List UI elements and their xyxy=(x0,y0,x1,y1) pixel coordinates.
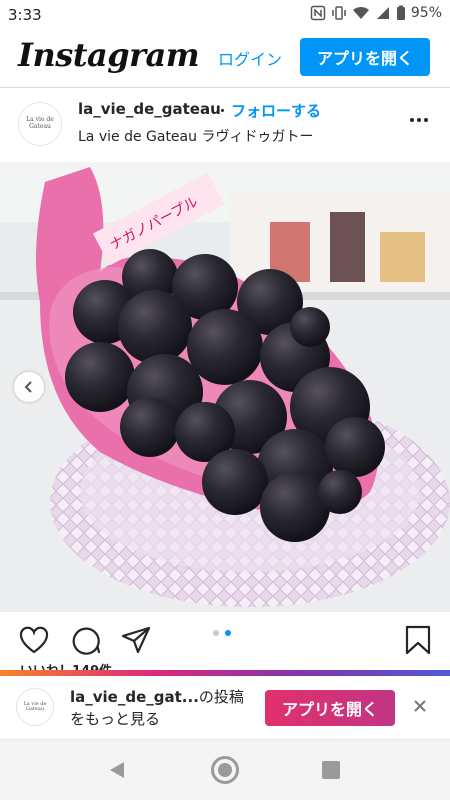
post-location[interactable]: La vie de Gateau ラヴィドゥガトー xyxy=(78,126,313,146)
close-icon[interactable] xyxy=(410,696,430,716)
battery-icon xyxy=(396,5,406,21)
carousel-dot-active xyxy=(225,630,231,636)
back-icon[interactable] xyxy=(108,760,126,780)
chevron-left-icon xyxy=(24,381,32,393)
android-nav-bar xyxy=(0,740,450,800)
status-icons: 95% xyxy=(310,5,442,21)
banner-title: la_vie_de_gat...の投稿 xyxy=(70,686,244,707)
instagram-logo[interactable]: Instagram xyxy=(18,36,200,74)
banner-avatar: La vie de Gateau xyxy=(16,688,54,726)
signal-icon xyxy=(375,5,391,21)
banner-subtitle: をもっと見る xyxy=(70,710,161,728)
post-photo[interactable]: ナガノパープル xyxy=(0,162,450,612)
home-icon[interactable] xyxy=(211,756,239,784)
avatar[interactable]: La vie de Gateau xyxy=(18,102,62,146)
battery-percent: 95% xyxy=(410,5,442,21)
comment-icon[interactable] xyxy=(70,624,102,656)
open-in-app-banner: La vie de Gateau la_vie_de_gat...の投稿 をもっ… xyxy=(0,676,450,740)
vibrate-icon xyxy=(331,5,347,21)
open-app-button[interactable]: アプリを開く xyxy=(300,38,430,76)
heart-icon[interactable] xyxy=(18,624,50,656)
banner-open-app-button[interactable]: アプリを開く xyxy=(265,690,395,726)
carousel-prev-button[interactable] xyxy=(14,372,44,402)
banner-username: la_vie_de_gat... xyxy=(70,688,199,706)
nfc-icon xyxy=(310,5,326,21)
post-header: La vie de Gateau la_vie_de_gateau ・ フォロー… xyxy=(0,88,450,162)
share-icon[interactable] xyxy=(120,624,152,656)
carousel-dot xyxy=(213,630,219,636)
banner-suffix: の投稿 xyxy=(198,688,244,706)
carousel-dots xyxy=(213,630,231,636)
bookmark-icon[interactable] xyxy=(402,624,434,656)
avatar-text: La vie de Gateau xyxy=(26,116,54,130)
post-username[interactable]: la_vie_de_gateau xyxy=(78,100,221,118)
recents-icon[interactable] xyxy=(322,761,340,779)
follow-button[interactable]: フォローする xyxy=(231,100,321,121)
banner-avatar-text: La vie de Gateau xyxy=(23,700,47,712)
status-bar: 3:33 95% xyxy=(0,0,450,30)
top-header: Instagram ログイン アプリを開く xyxy=(0,30,450,88)
wifi-icon xyxy=(352,5,370,21)
login-link[interactable]: ログイン xyxy=(218,46,282,70)
follow-separator: ・ xyxy=(215,102,231,120)
grapes-photo: ナガノパープル xyxy=(0,162,450,612)
status-time: 3:33 xyxy=(8,6,42,24)
more-options-icon[interactable] xyxy=(410,118,430,124)
post-actions: いいね！149件 xyxy=(0,612,450,679)
